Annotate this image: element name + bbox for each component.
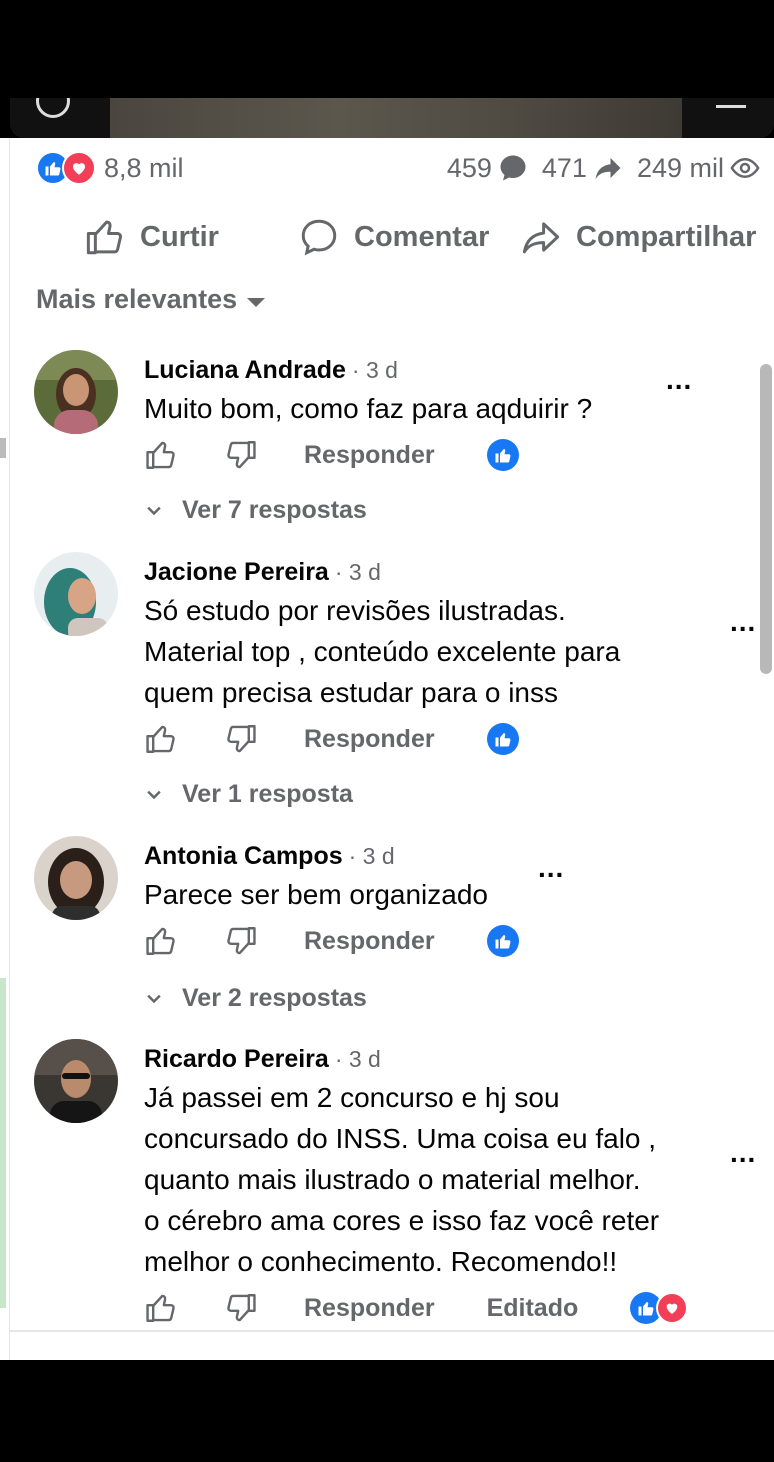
post-stats: 8,8 mil 459 471 249 mil bbox=[36, 148, 760, 188]
view-replies-label: Ver 7 respostas bbox=[182, 496, 367, 524]
comment-actions: Responder bbox=[144, 722, 519, 756]
comment-text: Só estudo por revisões ilustradas. Mater… bbox=[144, 590, 704, 713]
like-icon[interactable] bbox=[486, 925, 519, 957]
reply-button[interactable]: Responder bbox=[304, 927, 435, 956]
thumbs-up-outline-icon bbox=[86, 220, 122, 255]
comment-line: Já passei em 2 concurso e hj sou bbox=[144, 1082, 560, 1113]
views-count-item: 249 mil bbox=[637, 153, 760, 184]
volume-control-icon[interactable] bbox=[716, 98, 746, 108]
post-actions: Curtir Comentar Compartilhar bbox=[84, 210, 760, 264]
comment-bubble-icon bbox=[500, 155, 526, 181]
comment-sort-dropdown[interactable]: Mais relevantes bbox=[36, 284, 266, 315]
comment-line: Só estudo por revisões ilustradas. bbox=[144, 595, 566, 626]
shares-count: 471 bbox=[541, 152, 587, 183]
reactions-count[interactable]: 8,8 mil bbox=[104, 153, 184, 184]
thumbs-down-outline-icon[interactable] bbox=[224, 924, 258, 958]
comment-line: Muito bom, como faz para aqduirir ? bbox=[144, 393, 593, 424]
view-replies-button[interactable]: Ver 1 resposta bbox=[144, 780, 353, 809]
like-icon[interactable] bbox=[486, 723, 519, 755]
comment-actions: Responder bbox=[144, 438, 519, 472]
play-control-icon[interactable] bbox=[36, 98, 70, 118]
avatar[interactable] bbox=[34, 1039, 118, 1123]
video-player-strip[interactable] bbox=[10, 98, 774, 138]
comment-outline-icon bbox=[301, 219, 337, 256]
comment-line: o cérebro ama cores e isso faz você rete… bbox=[144, 1205, 660, 1236]
views-count: 249 mil bbox=[636, 152, 724, 183]
more-options-button[interactable]: ... bbox=[666, 364, 692, 396]
share-label: Compartilhar bbox=[576, 220, 757, 253]
view-replies-button[interactable]: Ver 7 respostas bbox=[144, 496, 367, 525]
scrollbar[interactable] bbox=[758, 360, 774, 680]
comment-actions: Responder bbox=[144, 924, 519, 958]
comments-count: 459 bbox=[446, 152, 492, 183]
comments-count-item[interactable]: 459 bbox=[447, 153, 528, 184]
chevron-down-icon bbox=[147, 506, 161, 515]
reply-button[interactable]: Responder bbox=[304, 1294, 435, 1323]
more-options-button[interactable]: ... bbox=[730, 606, 756, 638]
sort-label: Mais relevantes bbox=[36, 284, 238, 314]
love-icon[interactable] bbox=[656, 1292, 689, 1324]
comment-text: Já passei em 2 concurso e hj sou concurs… bbox=[144, 1077, 704, 1282]
comment-time[interactable]: · 3 d bbox=[335, 559, 381, 586]
comment-label: Comentar bbox=[354, 220, 490, 253]
like-label: Curtir bbox=[140, 220, 219, 253]
scrollbar-thumb[interactable] bbox=[760, 364, 772, 674]
comment-header: Jacione Pereira · 3 d bbox=[144, 558, 381, 587]
comment-header: Luciana Andrade · 3 d bbox=[144, 356, 398, 385]
avatar[interactable] bbox=[34, 350, 118, 434]
comment-header: Ricardo Pereira · 3 d bbox=[144, 1045, 381, 1074]
comment-line: Parece ser bem organizado bbox=[144, 879, 488, 910]
more-options-button[interactable]: ... bbox=[730, 1137, 756, 1169]
shares-count-item[interactable]: 471 bbox=[542, 153, 623, 184]
comment-time[interactable]: · 3 d bbox=[349, 843, 395, 870]
view-replies-button[interactable]: Ver 2 respostas bbox=[144, 984, 367, 1013]
comment-author[interactable]: Luciana Andrade bbox=[144, 356, 346, 385]
comment-header: Antonia Campos · 3 d bbox=[144, 842, 395, 871]
reply-button[interactable]: Responder bbox=[304, 441, 435, 470]
view-replies-label: Ver 2 respostas bbox=[182, 984, 367, 1012]
comment-author[interactable]: Jacione Pereira bbox=[144, 558, 329, 587]
comment-line: quem precisa estudar para o inss bbox=[144, 677, 558, 708]
comment-time[interactable]: · 3 d bbox=[335, 1046, 381, 1073]
left-edge bbox=[0, 138, 10, 1360]
comment-author[interactable]: Ricardo Pereira bbox=[144, 1045, 329, 1074]
comment-time[interactable]: · 3 d bbox=[352, 357, 398, 384]
share-arrow-icon bbox=[595, 158, 621, 180]
thumbs-up-outline-icon[interactable] bbox=[144, 1291, 178, 1325]
comment-line: concursado do INSS. Uma coisa eu falo , bbox=[144, 1123, 657, 1154]
comment-line: Material top , conteúdo excelente para bbox=[144, 636, 621, 667]
thumbs-up-outline-icon[interactable] bbox=[144, 438, 178, 472]
view-replies-label: Ver 1 resposta bbox=[182, 780, 353, 808]
like-icon[interactable] bbox=[486, 439, 519, 471]
chevron-down-icon bbox=[147, 790, 161, 799]
thumbs-up-outline-icon[interactable] bbox=[144, 722, 178, 756]
comment-line: quanto mais ilustrado o material melhor. bbox=[144, 1164, 641, 1195]
share-outline-icon bbox=[522, 222, 560, 254]
caret-down-icon bbox=[247, 298, 266, 307]
share-button[interactable]: Compartilhar bbox=[520, 216, 756, 258]
comment-button[interactable]: Comentar bbox=[298, 216, 520, 258]
comment-text: Muito bom, como faz para aqduirir ? bbox=[144, 388, 704, 429]
thumbs-down-outline-icon[interactable] bbox=[224, 722, 258, 756]
comment-author[interactable]: Antonia Campos bbox=[144, 842, 343, 871]
avatar[interactable] bbox=[34, 552, 118, 636]
avatar[interactable] bbox=[34, 836, 118, 920]
reply-button[interactable]: Responder bbox=[304, 725, 435, 754]
eye-icon bbox=[730, 157, 760, 179]
like-button[interactable]: Curtir bbox=[84, 216, 298, 258]
edited-label[interactable]: Editado bbox=[487, 1294, 579, 1323]
thumbs-down-outline-icon[interactable] bbox=[224, 438, 258, 472]
comment-text: Parece ser bem organizado bbox=[144, 874, 704, 915]
comment-line: melhor o conhecimento. Recomendo!! bbox=[144, 1246, 618, 1277]
bottom-divider bbox=[10, 1330, 774, 1332]
reaction-icons[interactable] bbox=[36, 151, 96, 185]
thumbs-down-outline-icon[interactable] bbox=[224, 1291, 258, 1325]
more-options-button[interactable]: ... bbox=[538, 852, 564, 884]
video-thumbnail bbox=[110, 98, 682, 138]
thumbs-up-outline-icon[interactable] bbox=[144, 924, 178, 958]
chevron-down-icon bbox=[147, 994, 161, 1003]
love-icon bbox=[62, 151, 96, 185]
comment-actions: Responder Editado bbox=[144, 1291, 689, 1325]
